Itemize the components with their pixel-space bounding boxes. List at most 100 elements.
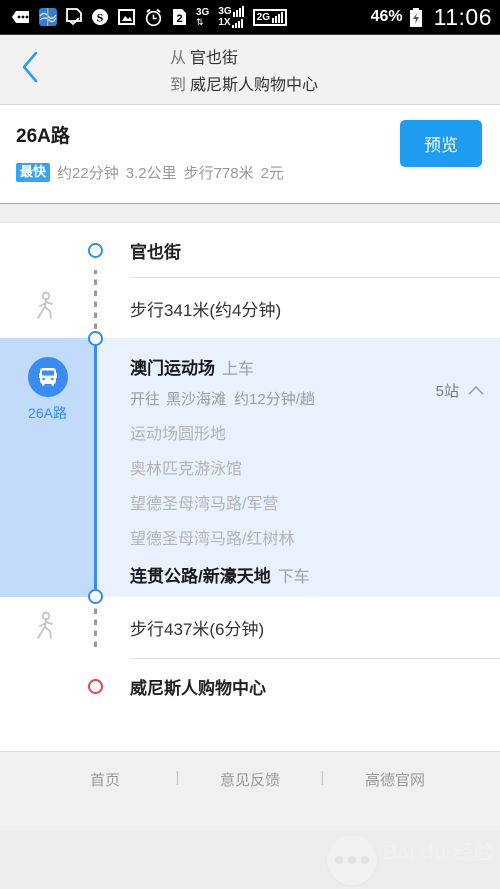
network-label-1: 3G: [196, 6, 210, 18]
network-label-3: 1X: [218, 17, 231, 28]
walk-start-row[interactable]: 步行341米(约4分钟): [95, 278, 500, 338]
list-item[interactable]: 奥林匹克游泳馆: [130, 455, 500, 479]
watermark: Bai du 经验 jingyan.baidu.com: [326, 835, 494, 885]
footer-link-home[interactable]: 首页: [48, 769, 163, 790]
download-doc-icon: [66, 8, 82, 26]
list-item[interactable]: 望德圣母湾马路/红树林: [130, 525, 500, 549]
walk-end-label: 步行437米(6分钟): [130, 619, 265, 639]
bus-icon: [27, 357, 68, 397]
alight-stop-row[interactable]: 连贯公路/新濠天地 下车: [130, 562, 500, 587]
preview-button[interactable]: 预览: [400, 120, 482, 167]
board-node-icon: [88, 331, 103, 346]
destination-icon-column: [0, 659, 95, 714]
origin-stop-name: 官也街: [130, 243, 181, 262]
svg-text:S: S: [97, 11, 104, 25]
status-bar-right: 46% 11:06: [371, 4, 492, 31]
bottom-bar: Bai du 经验 jingyan.baidu.com: [0, 831, 500, 889]
s-circle-icon: S: [91, 8, 109, 26]
bus-line-label: 26A路: [28, 405, 67, 421]
origin-prefix: 从: [170, 50, 187, 67]
network-label-2: 3G: [218, 6, 232, 17]
battery-percent-label: 46%: [370, 8, 403, 25]
fastest-badge: 最快: [16, 163, 51, 182]
walk-distance-label: 步行778米: [183, 165, 254, 182]
signal-3g-icon: 3G ⇅: [196, 6, 210, 27]
board-stop-name: 澳门运动场: [130, 359, 215, 378]
chevron-up-icon: [468, 382, 484, 399]
walk-end-icon-column: [0, 597, 95, 659]
alight-stop-tag: 下车: [277, 569, 310, 586]
destination-node-icon: [88, 679, 103, 694]
board-stop-tag: 上车: [222, 361, 255, 378]
bus-frequency: 约12分钟/趟: [234, 391, 315, 408]
watermark-text: Bai du 经验 jingyan.baidu.com: [383, 843, 494, 877]
signal-3g-1x-icon: 3G 1X: [218, 6, 244, 28]
network-label-4: 2G: [256, 11, 271, 23]
sim-2-icon: 2: [172, 8, 187, 26]
list-item[interactable]: 运动场圆形地: [130, 420, 500, 444]
direction-terminus: 黑沙海滩: [166, 391, 227, 408]
more-dots-icon: [326, 835, 377, 885]
walking-person-icon: [35, 611, 61, 646]
direction-prefix: 开往: [130, 391, 161, 408]
battery-charging-icon: [409, 7, 423, 27]
destination-stop-name: 威尼斯人购物中心: [130, 679, 266, 698]
nav-header: 从官也街 到威尼斯人购物中心: [0, 35, 500, 105]
svg-text:2: 2: [176, 13, 182, 25]
status-bar-left-icons: S 2 3G ⇅ 3G 1X 2G: [10, 6, 371, 28]
route-timeline: 官也街 步行341米(约4分钟) 26A路 澳门运动场 上车 开往 黑沙海滩 约…: [0, 223, 500, 714]
bus-content: 26A路 澳门运动场 上车 开往 黑沙海滩 约12分钟/趟 运动场圆形地 奥林匹克…: [0, 338, 500, 597]
more-dots-icon: [10, 10, 30, 24]
origin-name: 官也街: [190, 50, 239, 67]
signal-2g-icon: 2G: [252, 8, 288, 26]
origin-node-icon: [88, 243, 103, 258]
intermediate-stops: 运动场圆形地 奥林匹克游泳馆 望德圣母湾马路/军营 望德圣母湾马路/红树林: [130, 420, 500, 549]
board-stop-row[interactable]: 澳门运动场 上车: [130, 354, 500, 379]
bus-stop-list: 澳门运动场 上车 开往 黑沙海滩 约12分钟/趟 运动场圆形地 奥林匹克游泳馆 望…: [95, 338, 500, 597]
status-bar: S 2 3G ⇅ 3G 1X 2G 46% 11:06: [0, 0, 500, 35]
distance-label: 3.2公里: [125, 165, 177, 182]
segment-walk-end: 步行437米(6分钟): [0, 597, 500, 659]
section-divider: [0, 203, 500, 223]
destination-prefix: 到: [170, 77, 187, 94]
stop-count-toggle[interactable]: 5站: [436, 380, 484, 401]
watermark-url: jingyan.baidu.com: [382, 866, 464, 877]
picture-icon: [118, 9, 135, 25]
watermark-brand: Bai du 经验: [382, 842, 494, 864]
duration-label: 约22分钟: [57, 165, 119, 182]
origin-line: 从官也街: [170, 44, 500, 68]
alight-stop-name: 连贯公路/新濠天地: [130, 567, 271, 586]
bus-line-column[interactable]: 26A路: [0, 338, 95, 597]
app-root: S 2 3G ⇅ 3G 1X 2G 46% 11:06 从 官也街 到 威尼斯人…: [0, 0, 500, 889]
destination-row[interactable]: 威尼斯人购物中心: [95, 659, 500, 714]
alight-node-icon: [88, 589, 103, 604]
origin-row[interactable]: 官也街: [95, 223, 500, 278]
route-summary-card: 26A路 最快 约22分钟 3.2公里 步行778米 2元 预览: [0, 105, 500, 203]
segment-origin: 官也街: [0, 223, 500, 278]
walking-person-icon: [35, 291, 61, 326]
chevron-left-icon: [19, 50, 41, 89]
origin-destination[interactable]: 从官也街 到威尼斯人购物中心: [60, 44, 500, 95]
walk-end-row[interactable]: 步行437米(6分钟): [95, 597, 500, 657]
destination-line: 到威尼斯人购物中心: [170, 71, 500, 95]
walk-start-label: 步行341米(约4分钟): [130, 300, 282, 320]
clock-label: 11:06: [433, 3, 492, 30]
segment-destination: 威尼斯人购物中心: [0, 659, 500, 714]
weather-chart-icon: [39, 8, 57, 26]
footer-link-feedback[interactable]: 意见反馈: [193, 769, 308, 790]
destination-name: 威尼斯人购物中心: [190, 77, 319, 94]
walk-dotted-line-end: [94, 601, 97, 649]
footer-separator: |: [320, 769, 325, 786]
footer-link-official-site[interactable]: 高德官网: [338, 769, 453, 790]
origin-icon-column: [0, 223, 95, 278]
fare-label: 2元: [260, 165, 284, 182]
segment-bus: 26A路 澳门运动场 上车 开往 黑沙海滩 约12分钟/趟 运动场圆形地 奥林匹克…: [0, 331, 500, 604]
footer-links: 首页 | 意见反馈 | 高德官网: [0, 751, 500, 831]
walk-icon-column: [0, 278, 95, 338]
stop-count-label: 5站: [435, 383, 459, 400]
back-button[interactable]: [0, 50, 60, 89]
alarm-clock-icon: [144, 8, 163, 27]
footer-separator: |: [175, 769, 180, 786]
segment-walk-start: 步行341米(约4分钟): [0, 270, 500, 344]
list-item[interactable]: 望德圣母湾马路/军营: [130, 490, 500, 514]
